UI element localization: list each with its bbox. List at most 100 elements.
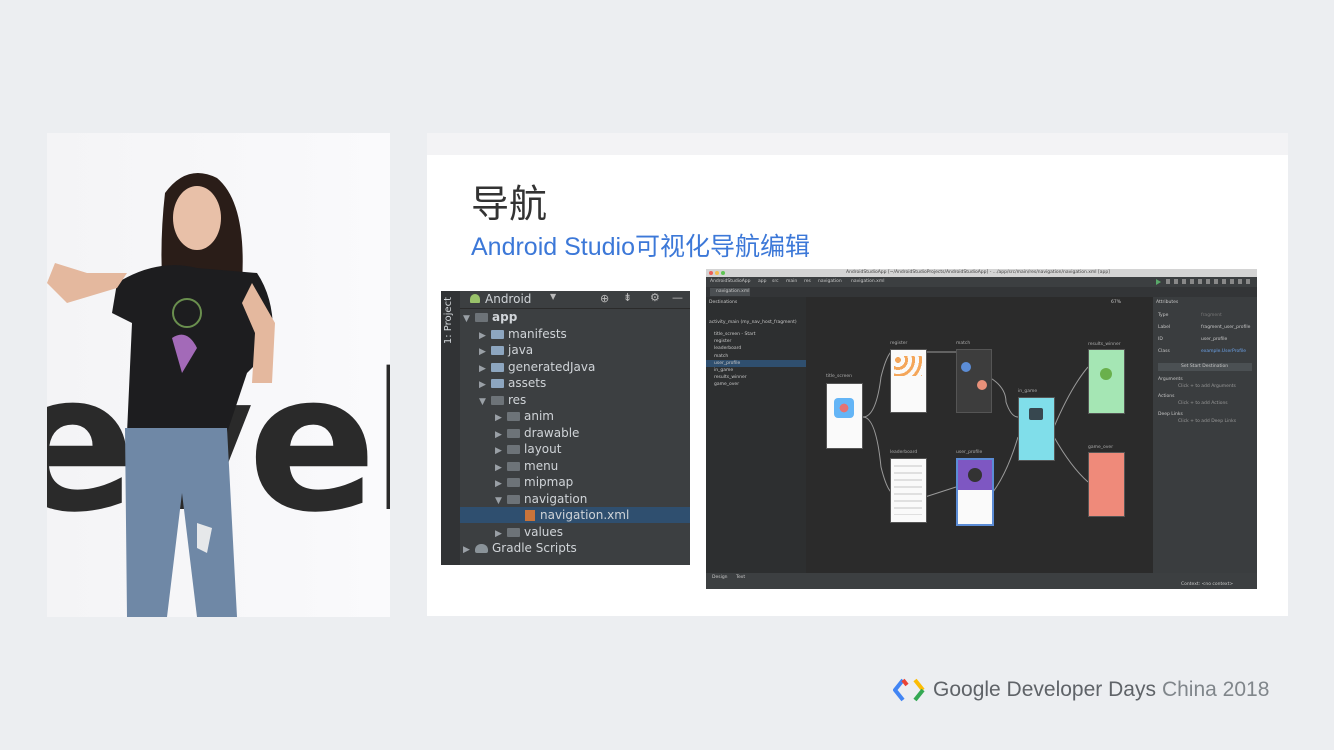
tree-item-res[interactable]: ▼ res: [479, 392, 526, 408]
tree-item-navigation[interactable]: ▼ navigation: [495, 491, 587, 507]
folder-icon: [491, 379, 504, 388]
expand-arrow-icon[interactable]: ▶: [495, 410, 507, 426]
expand-arrow-icon[interactable]: ▼: [495, 493, 507, 509]
expand-arrow-icon[interactable]: ▶: [479, 377, 491, 393]
slide-top-band: [427, 133, 1288, 155]
tree-item-java[interactable]: ▶ java: [479, 342, 533, 358]
breadcrumb-0[interactable]: AndroidStudioApp: [710, 279, 751, 284]
android-icon: [470, 294, 480, 303]
close-dot-icon[interactable]: [709, 271, 713, 275]
breadcrumb-4[interactable]: res: [804, 279, 811, 284]
presentation-slide: 导航 Android Studio可视化导航编辑 1: Project Andr…: [427, 133, 1288, 616]
tree-item-manifests[interactable]: ▶ manifests: [479, 326, 567, 342]
breadcrumb-5[interactable]: navigation: [818, 279, 842, 284]
speaker-figure: [47, 173, 275, 617]
minimize-dot-icon[interactable]: [715, 271, 719, 275]
status-context: Context: <no context>: [1181, 582, 1234, 587]
destination-item[interactable]: user_profile: [714, 361, 740, 366]
navigation-editor-window: AndroidStudioApp [~/AndroidStudioProject…: [706, 269, 1257, 589]
graph-canvas: title_screen register match in_game resu…: [806, 297, 1153, 573]
minimize-icon[interactable]: —: [672, 291, 683, 304]
breadcrumb-6[interactable]: navigation.xml: [851, 279, 884, 284]
breadcrumb-1[interactable]: app: [758, 279, 766, 284]
expand-arrow-icon[interactable]: ▼: [463, 311, 475, 327]
gdd-logo-icon: [893, 678, 925, 702]
tree-item-gradle-scripts[interactable]: ▶ Gradle Scripts: [463, 540, 577, 556]
project-side-tab-label: 1: Project: [443, 297, 454, 345]
attr-value[interactable]: fragment: [1201, 313, 1222, 318]
attributes-header: Attributes: [1156, 300, 1179, 305]
destination-item[interactable]: leaderboard: [714, 346, 741, 351]
tree-item-app[interactable]: ▼ app: [463, 309, 517, 325]
node-game-over[interactable]: [1088, 452, 1125, 517]
destination-item[interactable]: title_screen - Start: [714, 332, 755, 337]
avatar-grid: [894, 356, 922, 376]
breadcrumb-3[interactable]: main: [786, 279, 797, 284]
node-register[interactable]: [890, 349, 927, 413]
section-title[interactable]: Arguments: [1158, 377, 1183, 382]
tree-item-layout[interactable]: ▶ layout: [495, 441, 561, 457]
folder-icon: [491, 330, 504, 339]
attr-value[interactable]: fragment_user_profile: [1201, 325, 1250, 330]
tab-text[interactable]: Text: [736, 575, 745, 580]
chevron-down-icon[interactable]: ▼: [550, 292, 556, 301]
tree-item-menu[interactable]: ▶ menu: [495, 458, 558, 474]
event-region: China 2018: [1161, 678, 1270, 701]
expand-arrow-icon[interactable]: ▶: [479, 344, 491, 360]
zoom-dot-icon[interactable]: [721, 271, 725, 275]
attr-label: Label: [1158, 325, 1171, 330]
node-title-screen[interactable]: [826, 383, 863, 449]
collapse-icon[interactable]: ⇟: [623, 291, 632, 304]
node-leaderboard[interactable]: [890, 458, 927, 523]
expand-arrow-icon[interactable]: ▶: [495, 476, 507, 492]
tree-item-generatedjava[interactable]: ▶ generatedJava: [479, 359, 595, 375]
folder-icon: [507, 462, 520, 471]
tree-item-assets[interactable]: ▶ assets: [479, 375, 546, 391]
folder-icon: [491, 363, 504, 372]
slide-title: 导航: [471, 182, 548, 226]
nav-host: activity_main (my_nav_host_fragment): [709, 320, 797, 325]
expand-arrow-icon[interactable]: ▼: [479, 394, 491, 410]
tab-design[interactable]: Design: [712, 575, 728, 580]
folder-icon: [491, 396, 504, 405]
destination-item[interactable]: in_game: [714, 368, 733, 373]
destination-item[interactable]: results_winner: [714, 375, 747, 380]
node-match[interactable]: [956, 349, 992, 413]
bottom-bar: Design Text Context: <no context>: [706, 573, 1257, 589]
node-results-winner[interactable]: [1088, 349, 1125, 414]
attr-value[interactable]: example.UserProfile: [1201, 349, 1246, 354]
destination-item[interactable]: game_over: [714, 382, 739, 387]
section-title[interactable]: Actions: [1158, 394, 1174, 399]
nav-bar: AndroidStudioApp app src main res naviga…: [706, 277, 1257, 287]
expand-arrow-icon[interactable]: ▶: [463, 542, 475, 558]
destination-item[interactable]: match: [714, 354, 728, 359]
target-icon[interactable]: ⊕: [600, 292, 609, 305]
xml-file-icon: [525, 510, 535, 521]
tree-item-values[interactable]: ▶ values: [495, 524, 563, 540]
section-title[interactable]: Deep Links: [1158, 412, 1183, 417]
project-side-tab[interactable]: 1: Project: [441, 291, 460, 565]
toolbar-icons[interactable]: [1166, 279, 1251, 284]
match-avatar-icon: [977, 380, 987, 390]
section-hint: Click + to add Actions: [1178, 401, 1228, 406]
tree-item-navigation-xml[interactable]: navigation.xml: [525, 507, 629, 523]
attr-value[interactable]: user_profile: [1201, 337, 1227, 342]
node-user-profile[interactable]: [956, 458, 994, 526]
folder-icon: [507, 478, 520, 487]
destination-item[interactable]: register: [714, 339, 731, 344]
view-selector[interactable]: Android: [485, 291, 531, 307]
tree-item-anim[interactable]: ▶ anim: [495, 408, 554, 424]
node-label: match: [956, 341, 971, 346]
node-label: game_over: [1088, 445, 1114, 450]
node-in-game[interactable]: [1018, 397, 1055, 461]
breadcrumb-2[interactable]: src: [772, 279, 779, 284]
event-branding: Google Developer Days China 2018: [893, 676, 1269, 704]
gear-icon[interactable]: ⚙: [650, 291, 660, 304]
editor-tabs: navigation.xml: [706, 287, 1257, 297]
folder-icon: [507, 445, 520, 454]
tree-item-mipmap[interactable]: ▶ mipmap: [495, 474, 573, 490]
tree-item-drawable[interactable]: ▶ drawable: [495, 425, 579, 441]
node-label: title_screen: [826, 374, 853, 379]
expand-arrow-icon[interactable]: ▶: [495, 443, 507, 459]
run-icon[interactable]: [1156, 279, 1161, 285]
